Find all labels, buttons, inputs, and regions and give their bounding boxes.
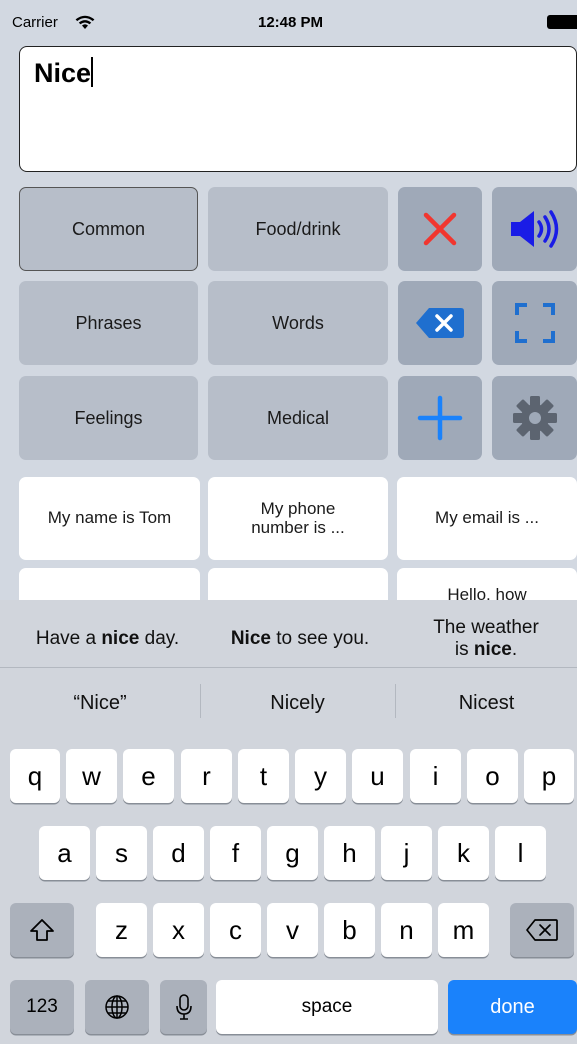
delete-icon [526, 919, 558, 941]
microphone-icon [175, 994, 192, 1020]
add-icon [417, 395, 463, 441]
prediction-2[interactable]: Nice to see you. [205, 616, 395, 662]
space-key[interactable]: space [216, 980, 438, 1034]
fullscreen-icon [514, 303, 555, 343]
key-a[interactable]: a [39, 826, 90, 880]
text-cursor [91, 57, 94, 87]
category-words[interactable]: Words [208, 281, 388, 365]
suggestion-3[interactable]: Nicest [396, 682, 577, 724]
key-o[interactable]: o [467, 749, 518, 803]
prediction-1[interactable]: Have a nice day. [10, 616, 205, 662]
key-e[interactable]: e [123, 749, 174, 803]
key-v[interactable]: v [267, 903, 318, 957]
key-q[interactable]: q [10, 749, 60, 803]
key-x[interactable]: x [153, 903, 204, 957]
speaker-icon [510, 210, 558, 248]
settings-button[interactable] [492, 376, 577, 460]
key-p[interactable]: p [524, 749, 574, 803]
phrase-label: My email is ... [435, 508, 539, 528]
category-common[interactable]: Common [19, 187, 198, 271]
category-feelings[interactable]: Feelings [19, 376, 198, 460]
divider [0, 667, 577, 668]
add-button[interactable] [398, 376, 482, 460]
key-b[interactable]: b [324, 903, 375, 957]
key-f[interactable]: f [210, 826, 261, 880]
message-text-field[interactable]: Nice [19, 46, 577, 172]
numbers-key[interactable]: 123 [10, 980, 74, 1034]
phrase-tile-email[interactable]: My email is ... [397, 477, 577, 560]
key-m[interactable]: m [438, 903, 489, 957]
key-y[interactable]: y [295, 749, 346, 803]
category-medical[interactable]: Medical [208, 376, 388, 460]
key-k[interactable]: k [438, 826, 489, 880]
wifi-icon [75, 15, 95, 29]
done-key[interactable]: done [448, 980, 577, 1034]
phrase-tile-phone[interactable]: My phone number is ... [208, 477, 388, 560]
phrase-tile-name[interactable]: My name is Tom [19, 477, 200, 560]
backspace-button[interactable] [398, 281, 482, 365]
key-d[interactable]: d [153, 826, 204, 880]
globe-icon [105, 995, 129, 1019]
prediction-3[interactable]: The weather is nice. [395, 610, 577, 668]
key-r[interactable]: r [181, 749, 232, 803]
key-l[interactable]: l [495, 826, 546, 880]
fullscreen-button[interactable] [492, 281, 577, 365]
keyboard: Have a nice day. Nice to see you. The we… [0, 600, 577, 1044]
key-s[interactable]: s [96, 826, 147, 880]
carrier-label: Carrier [12, 14, 58, 31]
category-food-drink[interactable]: Food/drink [208, 187, 388, 271]
key-i[interactable]: i [410, 749, 461, 803]
category-phrases[interactable]: Phrases [19, 281, 198, 365]
globe-key[interactable] [85, 980, 149, 1034]
suggestion-2[interactable]: Nicely [200, 682, 395, 724]
battery-icon [547, 15, 577, 29]
gear-icon [512, 396, 557, 440]
phrase-label: My phone number is ... [251, 498, 345, 537]
phrase-label: My name is Tom [47, 508, 172, 528]
dictation-key[interactable] [160, 980, 207, 1034]
clear-x-icon [423, 212, 457, 246]
key-c[interactable]: c [210, 903, 261, 957]
key-u[interactable]: u [352, 749, 403, 803]
shift-icon [30, 919, 54, 941]
key-w[interactable]: w [66, 749, 117, 803]
clear-button[interactable] [398, 187, 482, 271]
key-j[interactable]: j [381, 826, 432, 880]
key-n[interactable]: n [381, 903, 432, 957]
speak-button[interactable] [492, 187, 577, 271]
delete-key[interactable] [510, 903, 574, 957]
clock: 12:48 PM [258, 14, 324, 31]
suggestion-1[interactable]: “Nice” [0, 682, 200, 724]
key-z[interactable]: z [96, 903, 147, 957]
shift-key[interactable] [10, 903, 74, 957]
key-h[interactable]: h [324, 826, 375, 880]
key-g[interactable]: g [267, 826, 318, 880]
key-t[interactable]: t [238, 749, 289, 803]
backspace-icon [416, 308, 464, 338]
typed-text: Nice [34, 58, 92, 88]
